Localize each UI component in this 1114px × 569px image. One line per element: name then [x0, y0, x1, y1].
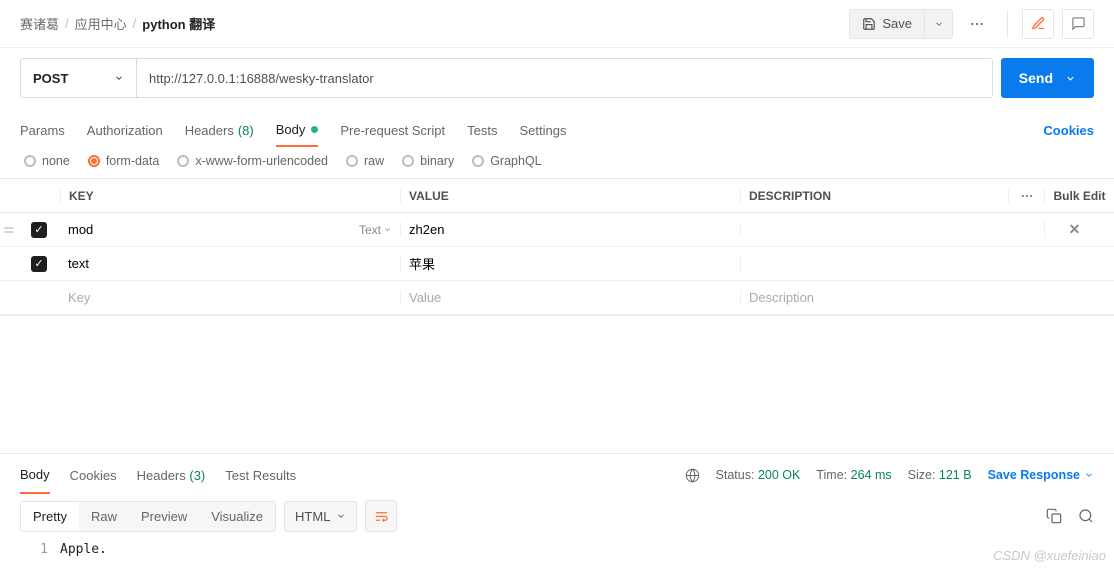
view-visualize[interactable]: Visualize	[199, 502, 275, 531]
chevron-down-icon	[114, 73, 124, 83]
breadcrumb-item[interactable]: 赛诸葛	[20, 14, 59, 33]
response-tab-body[interactable]: Body	[20, 457, 50, 494]
response-tab-headers-label: Headers	[137, 468, 186, 483]
table-row-new	[0, 281, 1114, 315]
description-input[interactable]	[749, 222, 1008, 237]
value-input[interactable]	[409, 222, 740, 237]
status-label: Status: 200 OK	[716, 468, 801, 482]
tab-body-label: Body	[276, 122, 306, 137]
value-input[interactable]	[409, 256, 740, 271]
column-description: DESCRIPTION	[740, 189, 1008, 203]
save-button[interactable]: Save	[849, 9, 925, 39]
type-select[interactable]: Text	[359, 223, 392, 237]
tab-authorization[interactable]: Authorization	[87, 115, 163, 146]
watermark: CSDN @xuefeiniao	[993, 548, 1106, 563]
view-preview[interactable]: Preview	[129, 502, 199, 531]
column-value: VALUE	[400, 189, 740, 203]
body-type-label: none	[42, 154, 70, 168]
view-raw[interactable]: Raw	[79, 502, 129, 531]
bulk-edit-link[interactable]: Bulk Edit	[1044, 189, 1114, 203]
tab-params[interactable]: Params	[20, 115, 65, 146]
response-tab-headers[interactable]: Headers (3)	[137, 458, 206, 493]
body-type-label: raw	[364, 154, 384, 168]
method-select[interactable]: POST	[21, 59, 137, 97]
delete-row-icon[interactable]: ✕	[1069, 221, 1081, 238]
body-type-none[interactable]: none	[24, 154, 70, 168]
value-input[interactable]	[409, 290, 740, 305]
tab-settings[interactable]: Settings	[519, 115, 566, 146]
description-input[interactable]	[749, 256, 1008, 271]
save-dropdown[interactable]	[925, 9, 953, 39]
breadcrumb-sep: /	[65, 16, 69, 31]
response-headers-count: (3)	[189, 468, 205, 483]
breadcrumb-item[interactable]: 应用中心	[75, 14, 127, 33]
line-number: 1	[20, 542, 60, 557]
separator	[1007, 10, 1008, 38]
save-icon	[862, 17, 876, 31]
format-label: HTML	[295, 509, 330, 524]
chevron-down-icon	[1065, 73, 1076, 84]
table-row: ✓ Text ✕	[0, 213, 1114, 247]
comment-icon[interactable]	[1062, 9, 1094, 39]
tab-headers-label: Headers	[185, 123, 234, 138]
url-input[interactable]	[137, 59, 992, 97]
response-content[interactable]: Apple.	[60, 542, 1094, 557]
wrap-lines-icon[interactable]	[365, 500, 397, 532]
body-type-formdata[interactable]: form-data	[88, 154, 160, 168]
breadcrumb: 赛诸葛 / 应用中心 / python 翻译	[20, 14, 215, 33]
body-type-label: x-www-form-urlencoded	[195, 154, 328, 168]
save-label: Save	[882, 16, 912, 31]
column-more-icon[interactable]	[1008, 189, 1044, 203]
row-checkbox[interactable]: ✓	[31, 256, 47, 272]
key-input[interactable]	[68, 290, 400, 305]
column-key: KEY	[60, 189, 400, 203]
search-icon[interactable]	[1078, 508, 1094, 524]
breadcrumb-current: python 翻译	[142, 14, 215, 33]
response-tab-cookies[interactable]: Cookies	[70, 458, 117, 493]
tab-tests[interactable]: Tests	[467, 115, 497, 146]
time-label: Time: 264 ms	[816, 468, 891, 482]
tab-headers-count: (8)	[238, 123, 254, 138]
body-type-raw[interactable]: raw	[346, 154, 384, 168]
breadcrumb-sep: /	[133, 16, 137, 31]
body-type-xwww[interactable]: x-www-form-urlencoded	[177, 154, 328, 168]
table-row: ✓	[0, 247, 1114, 281]
response-tab-tests[interactable]: Test Results	[225, 458, 296, 493]
globe-icon[interactable]	[685, 468, 700, 483]
body-type-binary[interactable]: binary	[402, 154, 454, 168]
body-modified-dot	[311, 126, 318, 133]
key-input[interactable]	[68, 222, 359, 237]
body-type-label: form-data	[106, 154, 160, 168]
more-options-icon[interactable]	[961, 9, 993, 39]
edit-icon[interactable]	[1022, 9, 1054, 39]
key-input[interactable]	[68, 256, 400, 271]
tab-body[interactable]: Body	[276, 114, 319, 147]
body-type-graphql[interactable]: GraphQL	[472, 154, 541, 168]
body-type-label: binary	[420, 154, 454, 168]
cookies-link[interactable]: Cookies	[1043, 123, 1094, 138]
size-label: Size: 121 B	[908, 468, 972, 482]
description-input[interactable]	[749, 290, 1008, 305]
view-pretty[interactable]: Pretty	[21, 502, 79, 531]
row-checkbox[interactable]: ✓	[31, 222, 47, 238]
send-button[interactable]: Send	[1001, 58, 1094, 98]
tab-headers[interactable]: Headers (8)	[185, 115, 254, 146]
method-label: POST	[33, 71, 68, 86]
body-type-label: GraphQL	[490, 154, 541, 168]
save-response-button[interactable]: Save Response	[988, 468, 1094, 482]
tab-prerequest[interactable]: Pre-request Script	[340, 115, 445, 146]
copy-icon[interactable]	[1046, 508, 1062, 524]
format-select[interactable]: HTML	[284, 501, 357, 532]
drag-handle-icon[interactable]	[0, 224, 18, 236]
send-label: Send	[1019, 70, 1053, 86]
